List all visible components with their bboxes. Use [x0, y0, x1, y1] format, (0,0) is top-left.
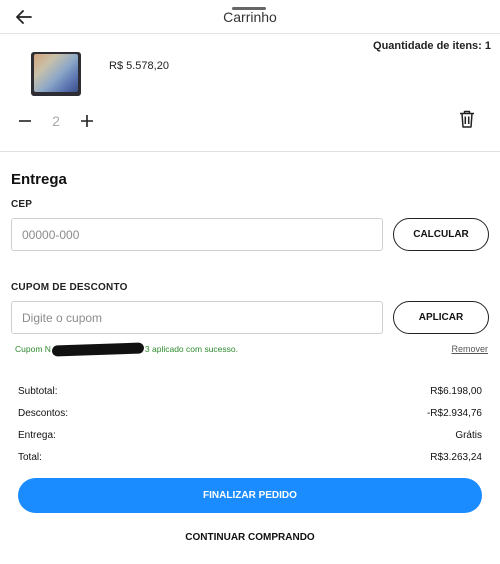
plus-icon[interactable] — [76, 110, 98, 132]
summary-row-subtotal: Subtotal: R$6.198,00 — [18, 386, 482, 397]
coupon-success-message: Cupom N 3 aplicado com sucesso. — [15, 342, 238, 357]
summary-row-shipping: Entrega: Grátis — [18, 430, 482, 441]
app-header: Carrinho — [0, 0, 500, 34]
calculate-button[interactable]: CALCULAR — [393, 218, 489, 251]
minus-icon[interactable] — [14, 110, 36, 132]
coupon-msg-suffix: 3 aplicado com sucesso. — [144, 344, 238, 354]
summary-row-total: Total: R$3.263,24 — [18, 452, 482, 463]
apply-coupon-button[interactable]: APLICAR — [393, 301, 489, 334]
coupon-msg-prefix: Cupom N — [15, 344, 51, 354]
cep-label: CEP — [11, 199, 33, 210]
redaction-mark — [51, 342, 145, 357]
total-value: R$3.263,24 — [430, 452, 482, 463]
coupon-label: CUPOM DE DESCONTO — [11, 282, 128, 293]
coupon-input[interactable] — [11, 301, 383, 334]
discounts-label: Descontos: — [18, 408, 69, 419]
page-title: Carrinho — [223, 9, 277, 25]
quantity-value: 2 — [52, 113, 60, 129]
shipping-value: Grátis — [455, 430, 482, 441]
quantity-stepper: 2 — [14, 110, 98, 132]
continue-shopping-link[interactable]: CONTINUAR COMPRANDO — [0, 532, 500, 543]
shipping-label: Entrega: — [18, 430, 56, 441]
product-image — [31, 52, 81, 96]
trash-icon[interactable] — [456, 108, 478, 130]
subtotal-value: R$6.198,00 — [430, 386, 482, 397]
total-label: Total: — [18, 452, 42, 463]
discounts-value: -R$2.934,76 — [426, 408, 482, 419]
summary-row-discounts: Descontos: -R$2.934,76 — [18, 408, 482, 419]
divider — [0, 151, 500, 152]
checkout-button[interactable]: FINALIZAR PEDIDO — [18, 478, 482, 513]
product-price: R$ 5.578,20 — [109, 60, 169, 72]
items-count: Quantidade de itens: 1 — [373, 40, 491, 52]
remove-coupon-link[interactable]: Remover — [451, 344, 488, 354]
delivery-section-title: Entrega — [11, 171, 67, 188]
cep-input[interactable] — [11, 218, 383, 251]
subtotal-label: Subtotal: — [18, 386, 58, 397]
